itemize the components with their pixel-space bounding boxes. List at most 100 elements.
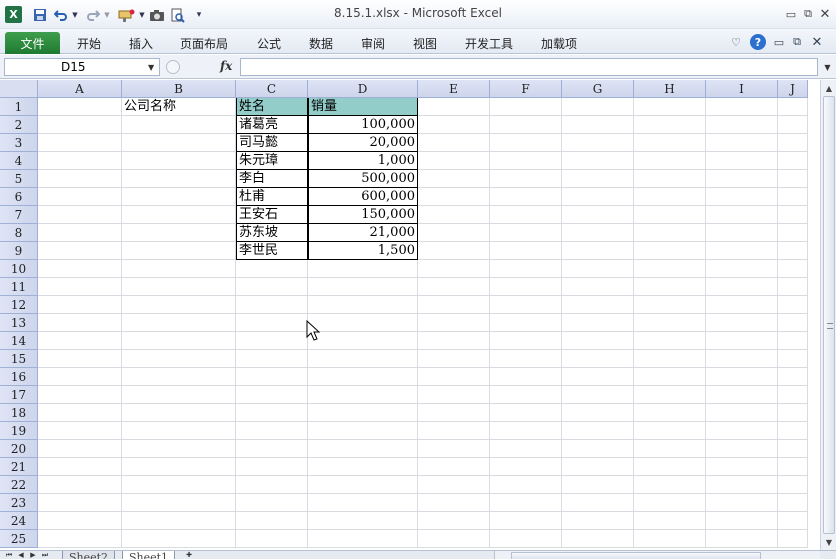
- cell-c7[interactable]: 王安石: [236, 206, 308, 224]
- cell-h3[interactable]: [634, 134, 706, 152]
- workbook-minimize-icon[interactable]: ▭: [772, 34, 786, 50]
- cell-f2[interactable]: [490, 116, 562, 134]
- cell-g17[interactable]: [562, 386, 634, 404]
- cell-i4[interactable]: [706, 152, 778, 170]
- cell-b18[interactable]: [122, 404, 236, 422]
- cell-c20[interactable]: [236, 440, 308, 458]
- cell-j6[interactable]: [778, 188, 808, 206]
- cell-h19[interactable]: [634, 422, 706, 440]
- row-header-3[interactable]: 3: [0, 134, 38, 152]
- cell-e14[interactable]: [418, 332, 490, 350]
- cell-a11[interactable]: [38, 278, 122, 296]
- cell-d18[interactable]: [308, 404, 418, 422]
- column-header-f[interactable]: F: [490, 80, 562, 98]
- cell-g13[interactable]: [562, 314, 634, 332]
- cell-c6[interactable]: 杜甫: [236, 188, 308, 206]
- cell-b14[interactable]: [122, 332, 236, 350]
- cell-c12[interactable]: [236, 296, 308, 314]
- cell-j10[interactable]: [778, 260, 808, 278]
- vertical-scroll-thumb[interactable]: [823, 96, 835, 534]
- column-header-a[interactable]: A: [38, 80, 122, 98]
- cell-c2[interactable]: 诸葛亮: [236, 116, 308, 134]
- row-header-4[interactable]: 4: [0, 152, 38, 170]
- cell-i12[interactable]: [706, 296, 778, 314]
- cell-h14[interactable]: [634, 332, 706, 350]
- cell-i3[interactable]: [706, 134, 778, 152]
- cell-h15[interactable]: [634, 350, 706, 368]
- cell-g19[interactable]: [562, 422, 634, 440]
- cell-a9[interactable]: [38, 242, 122, 260]
- cell-h10[interactable]: [634, 260, 706, 278]
- cell-d3[interactable]: 20,000: [308, 134, 418, 152]
- cell-b23[interactable]: [122, 494, 236, 512]
- cell-i8[interactable]: [706, 224, 778, 242]
- cell-a6[interactable]: [38, 188, 122, 206]
- row-header-11[interactable]: 11: [0, 278, 38, 296]
- cell-f19[interactable]: [490, 422, 562, 440]
- cell-i23[interactable]: [706, 494, 778, 512]
- cell-g2[interactable]: [562, 116, 634, 134]
- cell-c22[interactable]: [236, 476, 308, 494]
- cell-e9[interactable]: [418, 242, 490, 260]
- cell-h22[interactable]: [634, 476, 706, 494]
- cell-h6[interactable]: [634, 188, 706, 206]
- cell-f24[interactable]: [490, 512, 562, 530]
- cell-i13[interactable]: [706, 314, 778, 332]
- cell-i11[interactable]: [706, 278, 778, 296]
- cell-e13[interactable]: [418, 314, 490, 332]
- minimize-ribbon-icon[interactable]: ♡: [729, 34, 743, 50]
- cell-b22[interactable]: [122, 476, 236, 494]
- cell-a19[interactable]: [38, 422, 122, 440]
- cell-j24[interactable]: [778, 512, 808, 530]
- cell-d22[interactable]: [308, 476, 418, 494]
- cell-i19[interactable]: [706, 422, 778, 440]
- cell-d24[interactable]: [308, 512, 418, 530]
- cell-g5[interactable]: [562, 170, 634, 188]
- row-header-7[interactable]: 7: [0, 206, 38, 224]
- row-header-9[interactable]: 9: [0, 242, 38, 260]
- cell-c9[interactable]: 李世民: [236, 242, 308, 260]
- cell-f14[interactable]: [490, 332, 562, 350]
- cell-d23[interactable]: [308, 494, 418, 512]
- cell-j1[interactable]: [778, 98, 808, 116]
- cell-e17[interactable]: [418, 386, 490, 404]
- cell-j16[interactable]: [778, 368, 808, 386]
- cell-d12[interactable]: [308, 296, 418, 314]
- cell-j20[interactable]: [778, 440, 808, 458]
- cell-c8[interactable]: 苏东坡: [236, 224, 308, 242]
- format-dropdown-icon[interactable]: ▼: [138, 6, 146, 24]
- cell-f3[interactable]: [490, 134, 562, 152]
- formula-cancel-icon[interactable]: [166, 60, 180, 74]
- cell-a13[interactable]: [38, 314, 122, 332]
- cell-e5[interactable]: [418, 170, 490, 188]
- cell-h17[interactable]: [634, 386, 706, 404]
- cell-f10[interactable]: [490, 260, 562, 278]
- cell-j17[interactable]: [778, 386, 808, 404]
- workbook-restore-icon[interactable]: ⧉: [790, 34, 804, 50]
- cell-c16[interactable]: [236, 368, 308, 386]
- column-header-e[interactable]: E: [418, 80, 490, 98]
- row-header-19[interactable]: 19: [0, 422, 38, 440]
- cell-a5[interactable]: [38, 170, 122, 188]
- last-sheet-icon[interactable]: ⏭: [40, 551, 50, 559]
- cell-e18[interactable]: [418, 404, 490, 422]
- cell-f6[interactable]: [490, 188, 562, 206]
- cell-h4[interactable]: [634, 152, 706, 170]
- cell-f1[interactable]: [490, 98, 562, 116]
- save-icon[interactable]: [32, 6, 48, 24]
- cell-i14[interactable]: [706, 332, 778, 350]
- customize-quick-access-icon[interactable]: ▾: [194, 6, 204, 24]
- tab-home[interactable]: 开始: [70, 32, 108, 54]
- cell-g3[interactable]: [562, 134, 634, 152]
- cell-a25[interactable]: [38, 530, 122, 548]
- cell-i18[interactable]: [706, 404, 778, 422]
- cell-j22[interactable]: [778, 476, 808, 494]
- cell-f9[interactable]: [490, 242, 562, 260]
- formula-input[interactable]: [240, 58, 818, 76]
- prev-sheet-icon[interactable]: ◀: [16, 551, 26, 559]
- redo-icon[interactable]: [85, 6, 101, 24]
- cell-b2[interactable]: [122, 116, 236, 134]
- cell-c19[interactable]: [236, 422, 308, 440]
- cell-g23[interactable]: [562, 494, 634, 512]
- cell-e25[interactable]: [418, 530, 490, 548]
